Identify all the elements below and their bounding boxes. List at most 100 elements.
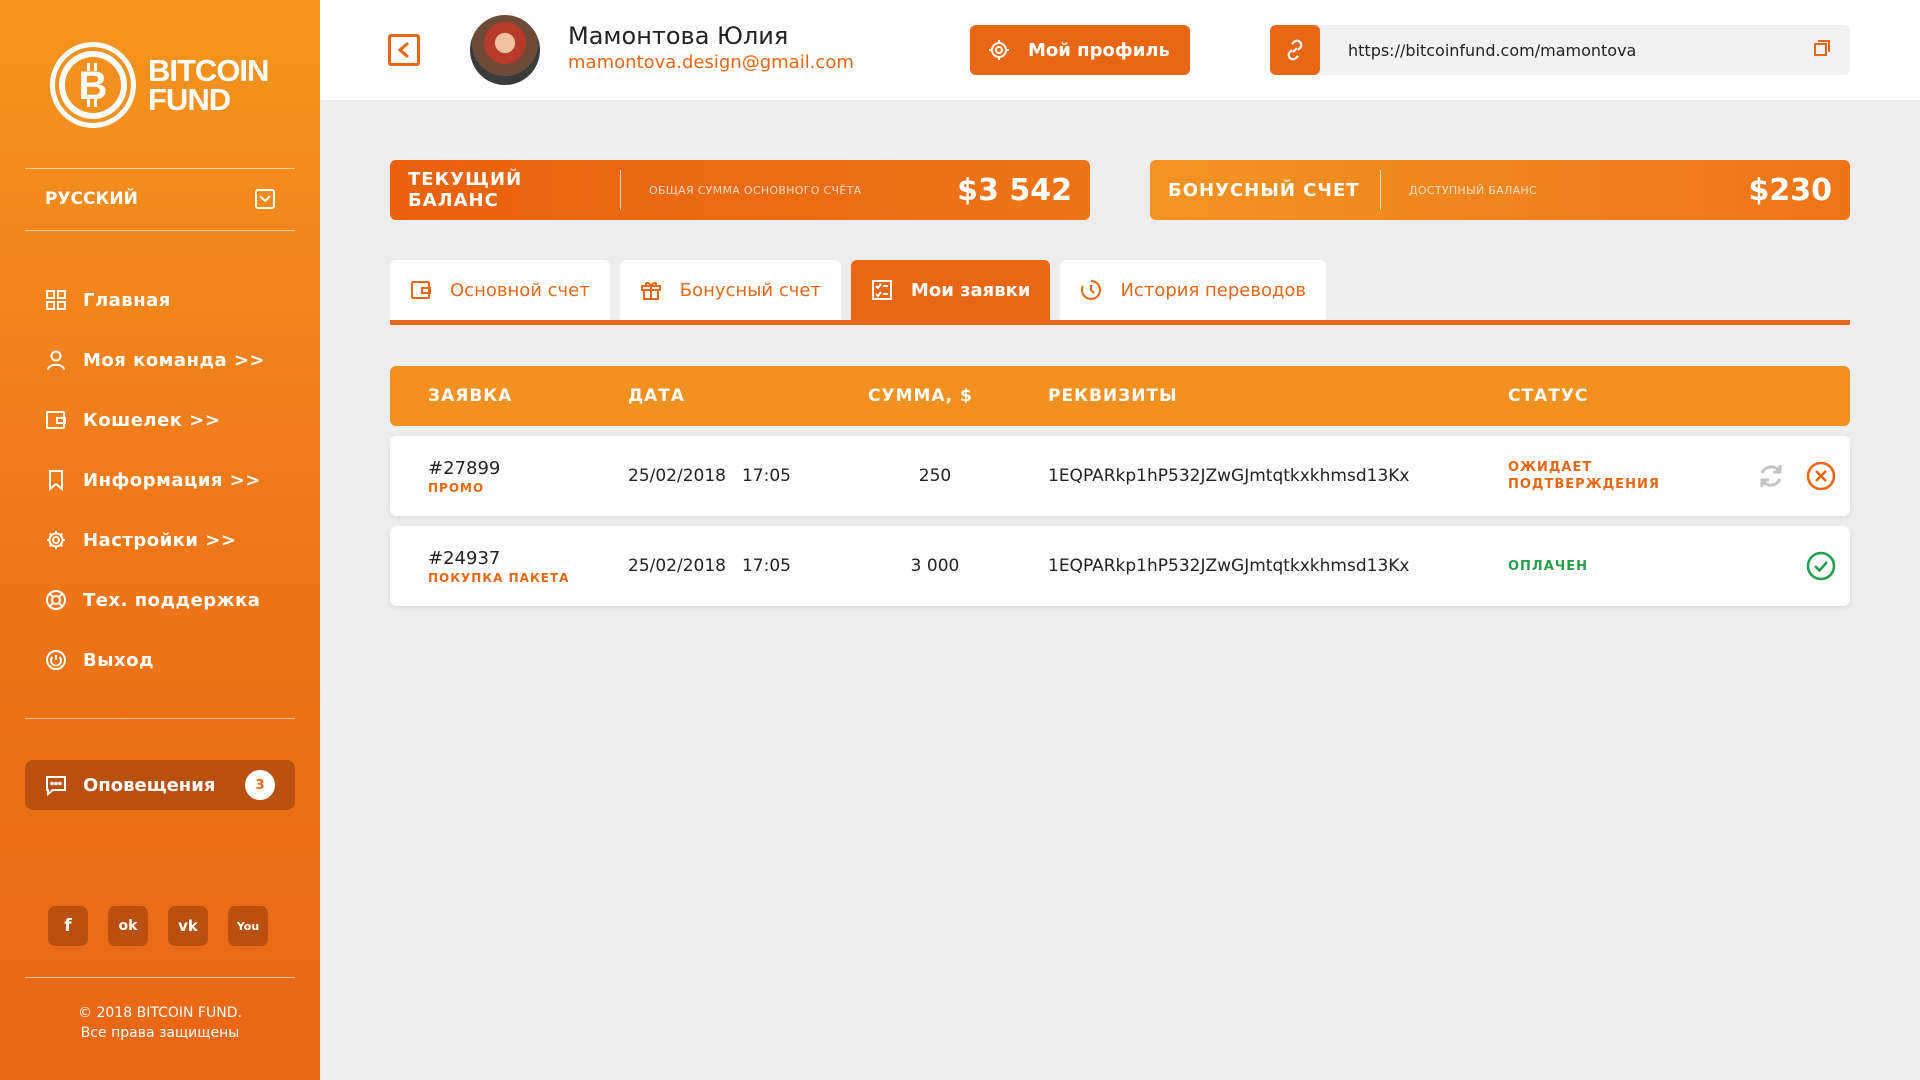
checklist-icon bbox=[871, 280, 892, 300]
tab-transfer-history[interactable]: История переводов bbox=[1060, 260, 1327, 320]
sidebar-item-wallet[interactable]: Кошелек >> bbox=[45, 390, 265, 450]
tab-label: Мои заявки bbox=[910, 279, 1031, 301]
svg-text:B: B bbox=[79, 64, 108, 108]
tab-main-account[interactable]: Основной счет bbox=[390, 260, 610, 320]
sidebar-item-logout[interactable]: Выход bbox=[45, 630, 265, 690]
back-button[interactable] bbox=[388, 34, 420, 66]
divider bbox=[25, 977, 295, 978]
user-name: Мамонтова Юлия bbox=[568, 22, 789, 50]
chat-icon bbox=[46, 776, 66, 796]
youtube-label: You bbox=[236, 919, 260, 933]
divider bbox=[1380, 170, 1381, 210]
avatar[interactable] bbox=[470, 15, 540, 85]
column-header-requisites: РЕКВИЗИТЫ bbox=[1048, 386, 1178, 406]
request-id: #24937 bbox=[428, 547, 501, 569]
copy-icon[interactable] bbox=[1812, 38, 1832, 62]
grid-icon bbox=[46, 290, 66, 310]
language-select[interactable]: РУССКИЙ bbox=[25, 168, 295, 230]
sidebar-item-label: Кошелек >> bbox=[83, 409, 221, 431]
gear-icon bbox=[989, 40, 1009, 60]
vk-label: vk bbox=[178, 917, 198, 935]
chevron-down-icon bbox=[255, 189, 275, 209]
referral-link-input[interactable] bbox=[1348, 40, 1788, 60]
divider bbox=[620, 170, 621, 210]
request-date: 25/02/2018 bbox=[628, 466, 726, 486]
sidebar-item-info[interactable]: Информация >> bbox=[45, 450, 265, 510]
request-requisites: 1EQPARkp1hP532JZwGJmtqtkxkhmsd13Kx bbox=[1048, 556, 1410, 576]
social-links: f ok vk You bbox=[48, 906, 268, 946]
requests-table-header: ЗАЯВКА ДАТА СУММА, $ РЕКВИЗИТЫ СТАТУС bbox=[390, 366, 1850, 426]
sidebar-item-home[interactable]: Главная bbox=[45, 270, 265, 330]
tab-label: Основной счет bbox=[450, 279, 590, 301]
divider bbox=[25, 718, 295, 719]
column-header-request: ЗАЯВКА bbox=[428, 386, 513, 406]
request-requisites: 1EQPARkp1hP532JZwGJmtqtkxkhmsd13Kx bbox=[1048, 466, 1410, 486]
top-header: Мамонтова Юлия mamontova.design@gmail.co… bbox=[320, 0, 1920, 100]
current-balance-subtitle: ОБЩАЯ СУММА ОСНОВНОГО СЧЁТА bbox=[649, 183, 862, 197]
tab-my-requests[interactable]: Мои заявки bbox=[850, 260, 1051, 320]
status-badge: ОПЛАЧЕН bbox=[1508, 558, 1589, 574]
tab-label: Бонусный счет bbox=[679, 279, 821, 301]
bitcoin-coin-icon: B bbox=[50, 42, 136, 128]
status-badge: ОЖИДАЕТ bbox=[1508, 460, 1593, 475]
request-type: ПРОМО bbox=[428, 480, 485, 495]
clock-icon bbox=[1081, 279, 1102, 300]
vk-icon[interactable]: vk bbox=[168, 906, 208, 946]
request-time: 17:05 bbox=[741, 466, 791, 486]
current-balance-amount: $3 542 bbox=[957, 172, 1072, 208]
sidebar-item-settings[interactable]: Настройки >> bbox=[45, 510, 265, 570]
chevron-left-icon bbox=[397, 42, 409, 58]
tabs-underline bbox=[390, 320, 1850, 325]
bonus-balance-amount: $230 bbox=[1748, 172, 1833, 208]
column-header-amount: СУММА, $ bbox=[868, 386, 973, 406]
logo-text: BITCOIN FUND bbox=[148, 53, 269, 117]
user-icon bbox=[47, 350, 65, 371]
logo[interactable]: B BITCOIN FUND bbox=[50, 40, 290, 130]
paid-check-icon bbox=[1806, 551, 1836, 581]
request-amount: 3 000 bbox=[910, 556, 960, 576]
copyright-line-2: Все права защищены bbox=[80, 1025, 240, 1041]
referral-link-box bbox=[1270, 25, 1850, 75]
sidebar-item-team[interactable]: Моя команда >> bbox=[45, 330, 265, 390]
sidebar-item-label: Главная bbox=[83, 289, 171, 311]
cancel-request-icon[interactable] bbox=[1806, 461, 1836, 491]
table-row: #27899 ПРОМО 25/02/2018 17:05 250 1EQPAR… bbox=[390, 436, 1850, 516]
bookmark-icon bbox=[49, 470, 63, 491]
current-balance-card: ТЕКУЩИЙ БАЛАНС ОБЩАЯ СУММА ОСНОВНОГО СЧЁ… bbox=[390, 160, 1090, 220]
notifications-button[interactable]: Оповещения 3 bbox=[25, 760, 295, 810]
request-time: 17:05 bbox=[741, 556, 791, 576]
user-email: mamontova.design@gmail.com bbox=[568, 52, 854, 73]
sidebar-item-label: Моя команда >> bbox=[83, 349, 266, 371]
logo-line-1: BITCOIN bbox=[148, 53, 269, 88]
notifications-label: Оповещения bbox=[83, 774, 216, 796]
sidebar: B BITCOIN FUND РУССКИЙ Главная Моя коман… bbox=[0, 0, 320, 1080]
bonus-balance-card: БОНУСНЫЙ СЧЕТ ДОСТУПНЫЙ БАЛАНС $230 bbox=[1150, 160, 1850, 220]
sidebar-item-label: Информация >> bbox=[83, 469, 261, 491]
language-label: РУССКИЙ bbox=[45, 189, 138, 209]
wallet-icon bbox=[46, 411, 66, 429]
sidebar-item-label: Тех. поддержка bbox=[83, 589, 261, 611]
request-id: #27899 bbox=[428, 457, 501, 479]
youtube-icon[interactable]: You bbox=[228, 906, 268, 946]
refresh-icon[interactable] bbox=[1756, 461, 1786, 491]
tab-bonus-account[interactable]: Бонусный счет bbox=[619, 260, 841, 320]
column-header-status: СТАТУС bbox=[1508, 386, 1589, 406]
sidebar-item-support[interactable]: Тех. поддержка bbox=[45, 570, 265, 630]
current-balance-title: ТЕКУЩИЙ БАЛАНС bbox=[408, 169, 523, 211]
notifications-count-badge: 3 bbox=[245, 770, 275, 800]
odnoklassniki-icon[interactable]: ok bbox=[108, 906, 148, 946]
request-amount: 250 bbox=[918, 466, 952, 486]
copyright-line-1: © 2018 BITCOIN FUND. bbox=[78, 1005, 242, 1021]
gear-icon bbox=[47, 531, 65, 549]
link-icon[interactable] bbox=[1270, 25, 1320, 75]
facebook-icon[interactable]: f bbox=[48, 906, 88, 946]
my-profile-label: Мой профиль bbox=[1028, 39, 1170, 61]
tab-label: История переводов bbox=[1120, 279, 1307, 301]
sidebar-nav: Главная Моя команда >> Кошелек >> Информ… bbox=[45, 270, 265, 690]
account-tabs: Основной счет Бонусный счет Мои заявки И… bbox=[390, 260, 1327, 320]
my-profile-button[interactable]: Мой профиль bbox=[970, 25, 1190, 75]
logo-line-2: FUND bbox=[148, 82, 231, 117]
wallet-icon bbox=[411, 281, 431, 299]
status-badge-line-2: ПОДТВЕРЖДЕНИЯ bbox=[1508, 477, 1660, 492]
sidebar-item-label: Настройки >> bbox=[83, 529, 237, 551]
